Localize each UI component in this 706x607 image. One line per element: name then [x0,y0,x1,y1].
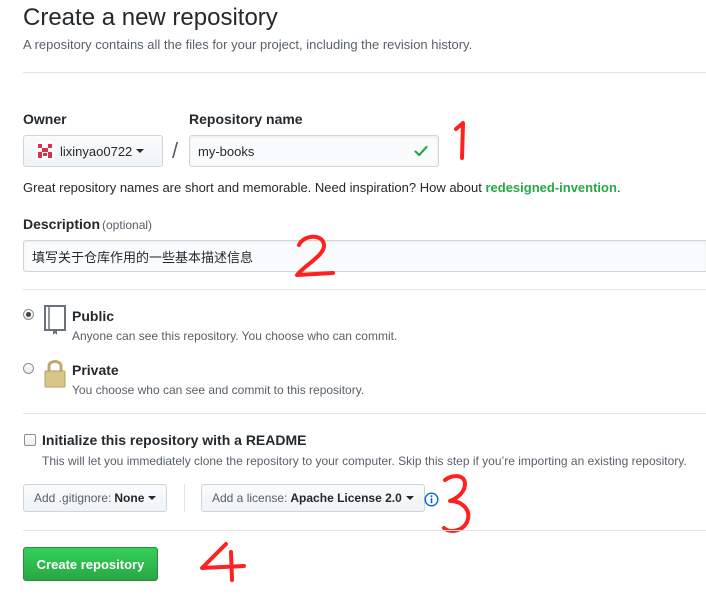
annotation-number-3 [442,474,471,533]
description-input[interactable]: 填写关于仓库作用的一些基本描述信息 [23,240,706,272]
select-divider [184,484,185,512]
name-hint-text: Great repository names are short and mem… [23,180,486,195]
owner-name: lixinyao0722 [60,143,133,159]
description-value: 填写关于仓库作用的一些基本描述信息 [32,249,254,265]
avatar-icon [36,142,54,160]
caret-down-icon [148,496,157,500]
private-label: Private [72,362,119,378]
private-note: You choose who can see and commit to thi… [72,383,365,397]
license-select[interactable]: Add a license: Apache License 2.0 [201,484,425,512]
book-icon [44,305,66,335]
info-icon[interactable] [424,492,439,507]
divider [23,413,706,414]
public-note: Anyone can see this repository. You choo… [72,329,398,343]
public-radio[interactable] [23,309,34,320]
divider [23,289,706,290]
private-radio[interactable] [23,363,34,374]
owner-select[interactable]: lixinyao0722 [23,135,163,167]
license-value: Apache License 2.0 [290,491,402,505]
gitignore-select[interactable]: Add .gitignore: None [23,484,168,512]
license-prefix: Add a license: [212,491,288,505]
gitignore-prefix: Add .gitignore: [34,491,112,505]
optional-label: (optional) [102,218,153,232]
repository-name-input[interactable]: my-books [189,135,439,167]
check-icon [414,145,428,157]
path-separator: / [172,138,179,163]
readme-label[interactable]: Initialize this repository with a README [42,432,306,448]
repository-name-value: my-books [198,143,255,159]
gitignore-value: None [114,491,145,505]
caret-down-icon [136,149,145,153]
owner-label: Owner [23,111,67,127]
divider [23,530,706,531]
lock-icon [44,360,66,388]
description-label: Description (optional) [23,216,152,232]
repo-name-label: Repository name [189,111,303,127]
annotation-number-2 [295,234,335,277]
public-label: Public [72,308,115,324]
page-title: Create a new repository [23,4,278,31]
caret-down-icon [405,496,414,500]
suggestion-link[interactable]: redesigned-invention [485,180,616,195]
divider [23,72,706,73]
description-label-text: Description [23,216,101,232]
page-subtitle: A repository contains all the files for … [23,37,473,52]
annotation-number-1 [454,121,465,160]
readme-note: This will let you immediately clone the … [42,454,687,468]
name-hint: Great repository names are short and mem… [23,180,621,195]
readme-checkbox[interactable] [24,434,36,446]
name-hint-end: . [616,180,621,195]
create-repository-button[interactable]: Create repository [23,547,158,581]
annotation-number-4 [200,542,246,582]
